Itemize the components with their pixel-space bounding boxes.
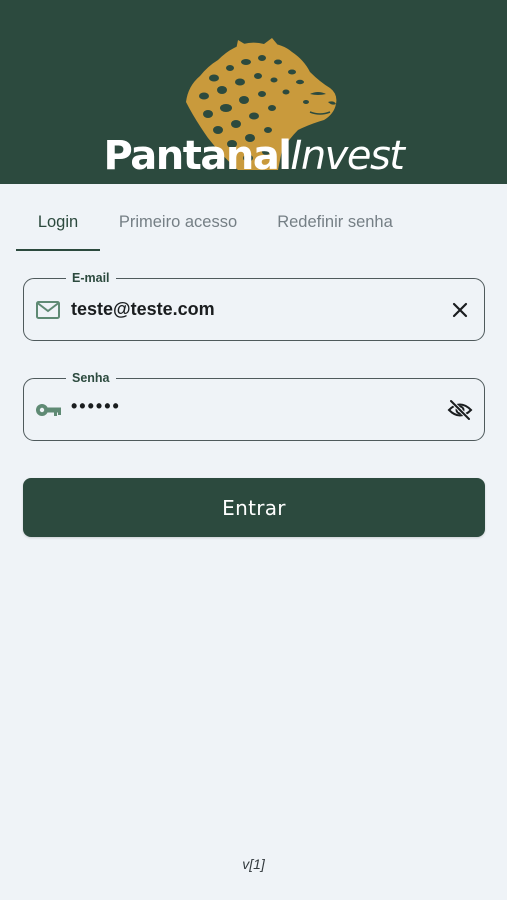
brand-name-bold: Pantanal bbox=[103, 133, 293, 179]
login-screen: PantanalInvest Login Primeiro acesso Red… bbox=[0, 0, 507, 900]
tab-primeiro-acesso[interactable]: Primeiro acesso bbox=[112, 204, 244, 250]
tab-redefinir-senha[interactable]: Redefinir senha bbox=[268, 204, 402, 250]
tab-login[interactable]: Login bbox=[16, 204, 100, 250]
header-banner: PantanalInvest bbox=[0, 0, 507, 184]
password-input[interactable]: •••••• bbox=[71, 396, 431, 422]
email-field[interactable]: E-mail bbox=[23, 269, 485, 341]
brand-logo-text: PantanalInvest bbox=[0, 134, 507, 178]
brand-name-light: Invest bbox=[290, 133, 405, 179]
auth-tabs: Login Primeiro acesso Redefinir senha bbox=[16, 204, 491, 252]
active-tab-indicator bbox=[16, 249, 100, 251]
mail-icon bbox=[36, 301, 60, 319]
email-input[interactable] bbox=[71, 296, 431, 322]
password-label: Senha bbox=[66, 369, 116, 387]
email-label: E-mail bbox=[66, 269, 116, 287]
clear-icon[interactable] bbox=[446, 296, 474, 324]
login-submit-button[interactable]: Entrar bbox=[23, 478, 485, 537]
key-icon bbox=[36, 404, 61, 416]
password-field[interactable]: Senha •••••• bbox=[23, 369, 485, 441]
app-version: v[1] bbox=[242, 856, 265, 872]
visibility-off-icon[interactable] bbox=[446, 396, 474, 424]
